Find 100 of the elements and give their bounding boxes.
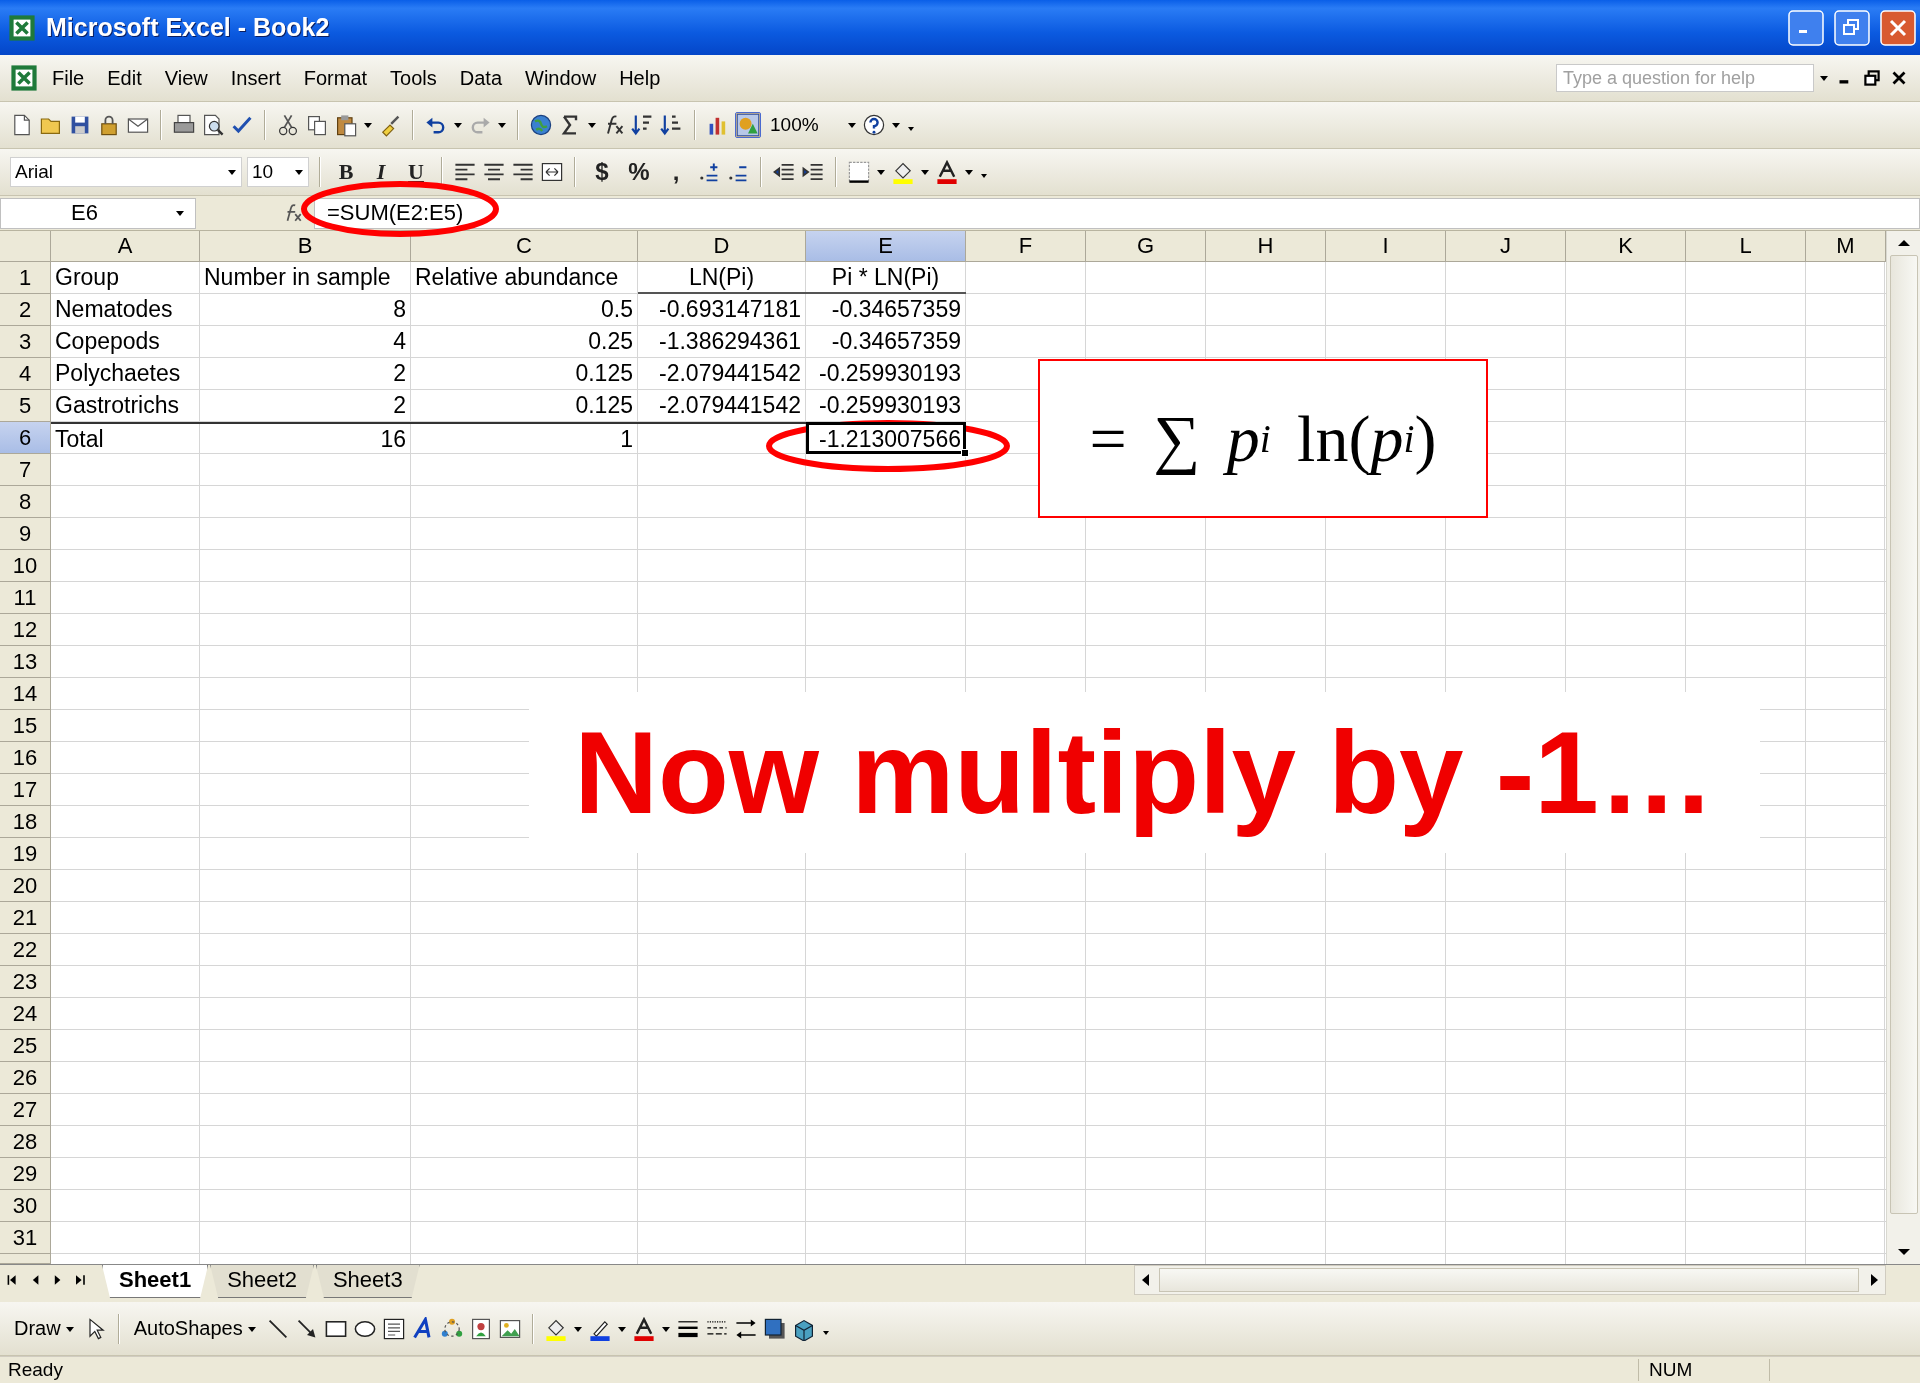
menu-item[interactable]: View xyxy=(155,63,217,93)
font-color-icon[interactable] xyxy=(631,1316,656,1341)
restore-button[interactable] xyxy=(1834,9,1870,46)
menu-item[interactable]: Tools xyxy=(381,63,446,93)
merge-cells-icon[interactable] xyxy=(540,160,564,184)
column-header[interactable]: H xyxy=(1206,231,1326,262)
row-header[interactable]: 13 xyxy=(0,646,51,678)
font-size-field[interactable]: 10 xyxy=(247,157,309,187)
text-box-icon[interactable] xyxy=(381,1316,406,1341)
shapes-icon[interactable] xyxy=(735,112,761,138)
menu-item[interactable]: Edit xyxy=(98,63,151,93)
row-header[interactable]: 12 xyxy=(0,614,51,646)
row-header[interactable]: 5 xyxy=(0,390,51,422)
minimize-button[interactable] xyxy=(1788,9,1824,46)
row-header[interactable]: 22 xyxy=(0,934,51,966)
spreadsheet-logo-icon[interactable] xyxy=(8,13,36,42)
table-cell-text: Polychaetes xyxy=(54,359,182,388)
table-cell-text: 2 xyxy=(392,359,407,388)
column-header[interactable]: B xyxy=(200,231,411,262)
column-header[interactable]: D xyxy=(638,231,806,262)
row-header[interactable]: 27 xyxy=(0,1094,51,1126)
sheet-tab[interactable]: Sheet2 xyxy=(210,1265,314,1298)
name-box[interactable]: E6 xyxy=(0,197,196,229)
row-header[interactable]: 3 xyxy=(0,326,51,358)
column-header[interactable]: J xyxy=(1446,231,1566,262)
row-header[interactable]: 11 xyxy=(0,582,51,614)
comma-button[interactable]: , xyxy=(660,157,692,187)
row-header[interactable]: 15 xyxy=(0,710,51,742)
column-header[interactable]: G xyxy=(1086,231,1206,262)
table-cell-text: 0.125 xyxy=(574,391,634,420)
horizontal-scrollbar[interactable] xyxy=(1134,1265,1886,1295)
underline-button[interactable]: U xyxy=(401,157,431,187)
borders-icon[interactable] xyxy=(847,160,871,184)
row-header[interactable]: 10 xyxy=(0,550,51,582)
clipboard-icon[interactable] xyxy=(334,113,358,137)
row-header[interactable]: 26 xyxy=(0,1062,51,1094)
column-header[interactable]: L xyxy=(1686,231,1806,262)
menu-item[interactable]: Format xyxy=(294,63,377,93)
row-header[interactable]: 23 xyxy=(0,966,51,998)
row-header[interactable]: 19 xyxy=(0,838,51,870)
column-header[interactable]: F xyxy=(966,231,1086,262)
print-preview-icon[interactable] xyxy=(201,113,225,137)
row-header[interactable]: 8 xyxy=(0,486,51,518)
shadow-icon[interactable] xyxy=(762,1316,787,1341)
row-header[interactable]: 14 xyxy=(0,678,51,710)
row-header[interactable]: 4 xyxy=(0,358,51,390)
italic-button[interactable]: I xyxy=(366,157,396,187)
row-header[interactable]: 17 xyxy=(0,774,51,806)
row-header[interactable]: 6 xyxy=(0,422,51,454)
globe-icon[interactable] xyxy=(529,113,553,137)
row-header[interactable]: 1 xyxy=(0,262,51,294)
column-header[interactable]: K xyxy=(1566,231,1686,262)
sheet-tab[interactable]: Sheet3 xyxy=(315,1265,420,1298)
row-header[interactable]: 2 xyxy=(0,294,51,326)
row-header[interactable]: 16 xyxy=(0,742,51,774)
menu-item[interactable]: Data xyxy=(450,63,512,93)
copy-icon[interactable] xyxy=(305,113,329,137)
row-header[interactable]: 18 xyxy=(0,806,51,838)
row-header[interactable]: 28 xyxy=(0,1126,51,1158)
row-header[interactable]: 20 xyxy=(0,870,51,902)
draw-menu-button[interactable]: Draw xyxy=(10,1315,79,1342)
percent-button[interactable]: % xyxy=(623,157,655,187)
font-color-icon[interactable] xyxy=(935,160,959,184)
column-header[interactable]: A xyxy=(51,231,200,262)
row-header[interactable]: 31 xyxy=(0,1222,51,1254)
menu-item[interactable]: Window xyxy=(516,63,606,93)
row-header[interactable]: 29 xyxy=(0,1158,51,1190)
column-header[interactable]: I xyxy=(1326,231,1446,262)
table-cell-text: Group xyxy=(54,263,120,292)
vertical-scrollbar[interactable] xyxy=(1886,231,1920,1264)
autoshapes-menu-button[interactable]: AutoShapes xyxy=(129,1315,261,1342)
menu-item[interactable]: File xyxy=(43,63,94,93)
bold-button[interactable]: B xyxy=(331,157,361,187)
row-header[interactable]: 21 xyxy=(0,902,51,934)
zoom-field[interactable]: 100% xyxy=(766,110,842,140)
close-button[interactable] xyxy=(1880,9,1916,46)
formula-field[interactable]: =SUM(E2:E5) xyxy=(314,197,1920,229)
scissors-icon[interactable] xyxy=(276,113,300,137)
help-search-field[interactable]: Type a question for help xyxy=(1556,64,1814,92)
table-cell: Total xyxy=(51,422,200,454)
spreadsheet-logo-icon[interactable] xyxy=(10,64,38,92)
font-field[interactable]: Arial xyxy=(10,157,242,187)
column-header[interactable]: E xyxy=(806,231,966,262)
table-cell-text: Gastrotrichs xyxy=(54,391,180,420)
row-header[interactable]: 7 xyxy=(0,454,51,486)
help-icon[interactable] xyxy=(862,113,886,137)
paint-bucket-icon[interactable] xyxy=(891,160,915,184)
table-cell-text: Number in sample xyxy=(203,263,392,292)
menu-item[interactable]: Insert xyxy=(221,63,290,93)
table-cell: LN(Pi) xyxy=(638,262,806,294)
column-header[interactable]: M xyxy=(1806,231,1886,262)
column-header[interactable]: C xyxy=(411,231,638,262)
row-header[interactable]: 25 xyxy=(0,1030,51,1062)
row-header[interactable]: 24 xyxy=(0,998,51,1030)
table-cell-text: 0.25 xyxy=(587,327,634,356)
menu-item[interactable]: Help xyxy=(610,63,670,93)
row-header[interactable]: 30 xyxy=(0,1190,51,1222)
row-header[interactable]: 9 xyxy=(0,518,51,550)
sheet-tab[interactable]: Sheet1 xyxy=(102,1265,209,1298)
currency-button[interactable]: $ xyxy=(586,157,618,187)
